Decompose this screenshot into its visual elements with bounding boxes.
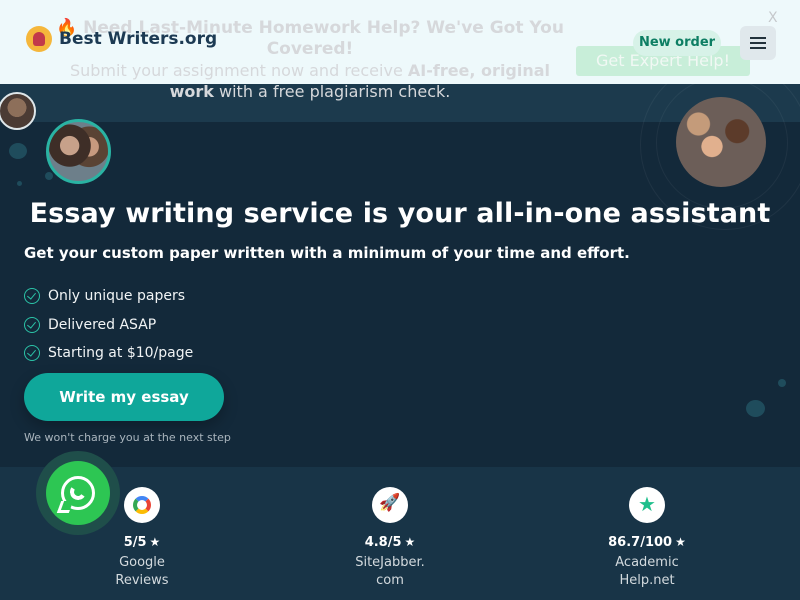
google-icon xyxy=(124,487,160,523)
star-badge-icon: ★ xyxy=(629,487,665,523)
reviews-band: 5/5 ★ Google Reviews 🚀 4.8/5 ★ SiteJabber. c… xyxy=(0,467,800,600)
review-academichelp[interactable]: ★ 86.7/100 ★ Academic Help.net xyxy=(577,487,717,590)
review-source: SiteJabber. com xyxy=(355,555,425,588)
feature-label: Delivered ASAP xyxy=(48,316,157,333)
avatar xyxy=(676,97,766,187)
check-circle-icon xyxy=(24,288,40,305)
check-circle-icon xyxy=(24,345,40,362)
decorative-dot xyxy=(45,172,53,180)
review-score: 86.7/100 ★ xyxy=(608,535,686,550)
avatar xyxy=(0,92,36,130)
cta-note: We won't charge you at the next step xyxy=(24,431,231,444)
feature-item: Delivered ASAP xyxy=(24,311,193,340)
site-logo[interactable]: Best Writers.org xyxy=(26,26,217,52)
feature-item: Only unique papers xyxy=(24,282,193,311)
star-icon: ★ xyxy=(404,535,416,549)
feature-label: Starting at $10/page xyxy=(48,345,194,362)
google-g-shape xyxy=(133,496,151,514)
decorative-dot xyxy=(778,379,786,387)
logo-icon xyxy=(26,26,52,52)
check-circle-icon xyxy=(24,316,40,333)
write-my-essay-button[interactable]: Write my essay xyxy=(24,373,224,421)
star-icon: ★ xyxy=(675,535,686,549)
review-source: Academic Help.net xyxy=(615,555,679,588)
logo-text: Best Writers.org xyxy=(59,29,218,49)
decorative-dot xyxy=(746,400,765,417)
star-shape: ★ xyxy=(638,492,656,516)
page-title: Essay writing service is your all-in-one… xyxy=(29,198,771,229)
review-source: Google Reviews xyxy=(115,555,169,588)
hamburger-icon[interactable] xyxy=(740,26,776,60)
review-sitejabber[interactable]: 🚀 4.8/5 ★ SiteJabber. com xyxy=(320,487,460,590)
menu-line xyxy=(750,47,766,49)
rocket-shape: 🚀 xyxy=(379,493,401,513)
promo-text: Submit your assignment now and receive A… xyxy=(69,61,551,101)
avatar xyxy=(46,119,111,184)
decorative-dot xyxy=(17,181,22,186)
menu-line xyxy=(750,42,766,44)
feature-list: Only unique papers Delivered ASAP Starti… xyxy=(24,282,193,368)
star-icon: ★ xyxy=(149,535,161,549)
close-icon[interactable]: X xyxy=(768,10,778,26)
review-score: 4.8/5 ★ xyxy=(364,535,416,550)
new-order-button[interactable]: New order xyxy=(633,30,721,56)
review-score: 5/5 ★ xyxy=(123,535,161,550)
feature-item: Starting at $10/page xyxy=(24,339,193,368)
feature-label: Only unique papers xyxy=(48,288,185,305)
decorative-dot xyxy=(9,143,27,159)
menu-line xyxy=(750,37,766,39)
rocket-icon: 🚀 xyxy=(372,487,408,523)
page-subtitle: Get your custom paper written with a min… xyxy=(24,244,630,262)
whatsapp-icon[interactable] xyxy=(46,461,110,525)
